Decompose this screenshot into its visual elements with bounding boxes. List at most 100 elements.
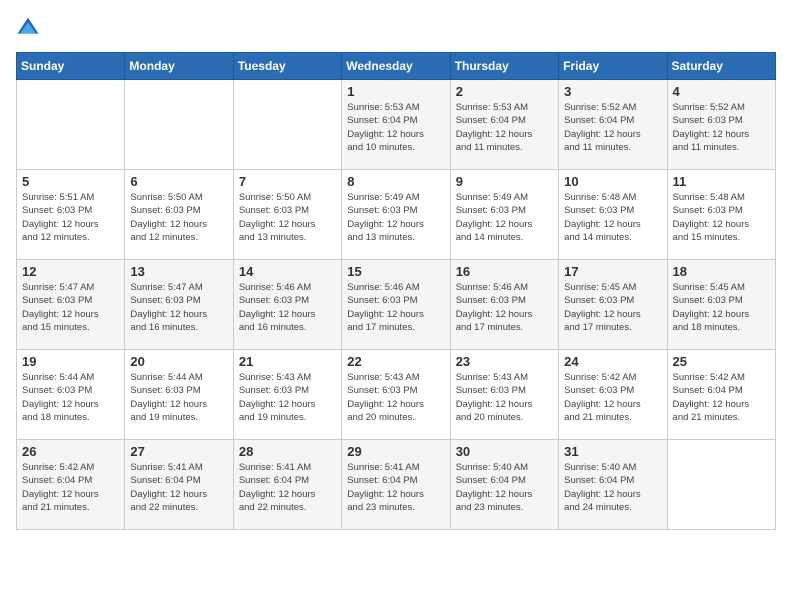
day-number: 15 bbox=[347, 264, 444, 279]
calendar-cell: 22 Sunrise: 5:43 AM Sunset: 6:03 PM Dayli… bbox=[342, 350, 450, 440]
calendar-cell: 17Sunrise: 5:45 AM Sunset: 6:03 PM Dayli… bbox=[559, 260, 667, 350]
day-number: 3 bbox=[564, 84, 661, 99]
day-info: Sunrise: 5:51 AM Sunset: 6:03 PM Dayligh… bbox=[22, 191, 119, 244]
calendar-cell: 16 Sunrise: 5:46 AM Sunset: 6:03 PM Dayli… bbox=[450, 260, 558, 350]
day-info: Sunrise: 5:47 AM Sunset: 6:03 PM Dayligh… bbox=[130, 281, 227, 334]
day-number: 27 bbox=[130, 444, 227, 459]
day-info: Sunrise: 5:52 AM Sunset: 6:04 PM Dayligh… bbox=[564, 101, 661, 154]
calendar-cell: 2 Sunrise: 5:53 AM Sunset: 6:04 PM Daylig… bbox=[450, 80, 558, 170]
day-info: Sunrise: 5:48 AM Sunset: 6:03 PM Dayligh… bbox=[673, 191, 770, 244]
day-number: 7 bbox=[239, 174, 336, 189]
day-number: 20 bbox=[130, 354, 227, 369]
calendar-cell bbox=[125, 80, 233, 170]
calendar-cell: 3 Sunrise: 5:52 AM Sunset: 6:04 PM Daylig… bbox=[559, 80, 667, 170]
calendar-table: SundayMondayTuesdayWednesdayThursdayFrid… bbox=[16, 52, 776, 530]
day-info: Sunrise: 5:45 AM Sunset: 6:03 PM Dayligh… bbox=[673, 281, 770, 334]
day-number: 31 bbox=[564, 444, 661, 459]
calendar-cell: 28 Sunrise: 5:41 AM Sunset: 6:04 PM Dayli… bbox=[233, 440, 341, 530]
calendar-cell: 26 Sunrise: 5:42 AM Sunset: 6:04 PM Dayli… bbox=[17, 440, 125, 530]
day-info: Sunrise: 5:41 AM Sunset: 6:04 PM Dayligh… bbox=[130, 461, 227, 514]
calendar-cell: 18 Sunrise: 5:45 AM Sunset: 6:03 PM Dayli… bbox=[667, 260, 775, 350]
calendar-cell: 31Sunrise: 5:40 AM Sunset: 6:04 PM Dayli… bbox=[559, 440, 667, 530]
day-number: 2 bbox=[456, 84, 553, 99]
day-info: Sunrise: 5:50 AM Sunset: 6:03 PM Dayligh… bbox=[239, 191, 336, 244]
day-number: 19 bbox=[22, 354, 119, 369]
calendar-cell bbox=[667, 440, 775, 530]
calendar-cell: 30 Sunrise: 5:40 AM Sunset: 6:04 PM Dayli… bbox=[450, 440, 558, 530]
calendar-cell: 6 Sunrise: 5:50 AM Sunset: 6:03 PM Daylig… bbox=[125, 170, 233, 260]
day-number: 21 bbox=[239, 354, 336, 369]
calendar-week-1: 1 Sunrise: 5:53 AM Sunset: 6:04 PM Daylig… bbox=[17, 80, 776, 170]
calendar-cell: 12Sunrise: 5:47 AM Sunset: 6:03 PM Dayli… bbox=[17, 260, 125, 350]
logo-icon bbox=[16, 16, 40, 40]
day-number: 10 bbox=[564, 174, 661, 189]
weekday-header-saturday: Saturday bbox=[667, 53, 775, 80]
calendar-week-2: 5 Sunrise: 5:51 AM Sunset: 6:03 PM Daylig… bbox=[17, 170, 776, 260]
day-info: Sunrise: 5:41 AM Sunset: 6:04 PM Dayligh… bbox=[347, 461, 444, 514]
day-number: 13 bbox=[130, 264, 227, 279]
day-number: 8 bbox=[347, 174, 444, 189]
day-info: Sunrise: 5:49 AM Sunset: 6:03 PM Dayligh… bbox=[347, 191, 444, 244]
day-info: Sunrise: 5:44 AM Sunset: 6:03 PM Dayligh… bbox=[22, 371, 119, 424]
calendar-cell: 11 Sunrise: 5:48 AM Sunset: 6:03 PM Dayli… bbox=[667, 170, 775, 260]
weekday-header-monday: Monday bbox=[125, 53, 233, 80]
weekday-header-thursday: Thursday bbox=[450, 53, 558, 80]
day-info: Sunrise: 5:41 AM Sunset: 6:04 PM Dayligh… bbox=[239, 461, 336, 514]
day-info: Sunrise: 5:42 AM Sunset: 6:04 PM Dayligh… bbox=[673, 371, 770, 424]
calendar-cell: 24Sunrise: 5:42 AM Sunset: 6:03 PM Dayli… bbox=[559, 350, 667, 440]
day-number: 1 bbox=[347, 84, 444, 99]
calendar-cell: 10Sunrise: 5:48 AM Sunset: 6:03 PM Dayli… bbox=[559, 170, 667, 260]
day-number: 12 bbox=[22, 264, 119, 279]
day-number: 11 bbox=[673, 174, 770, 189]
calendar-cell: 23 Sunrise: 5:43 AM Sunset: 6:03 PM Dayli… bbox=[450, 350, 558, 440]
day-number: 22 bbox=[347, 354, 444, 369]
day-info: Sunrise: 5:50 AM Sunset: 6:03 PM Dayligh… bbox=[130, 191, 227, 244]
calendar-cell: 8 Sunrise: 5:49 AM Sunset: 6:03 PM Daylig… bbox=[342, 170, 450, 260]
weekday-header-friday: Friday bbox=[559, 53, 667, 80]
logo bbox=[16, 16, 44, 40]
page-header bbox=[16, 16, 776, 40]
day-info: Sunrise: 5:46 AM Sunset: 6:03 PM Dayligh… bbox=[456, 281, 553, 334]
day-info: Sunrise: 5:43 AM Sunset: 6:03 PM Dayligh… bbox=[347, 371, 444, 424]
day-info: Sunrise: 5:52 AM Sunset: 6:03 PM Dayligh… bbox=[673, 101, 770, 154]
calendar-cell: 20 Sunrise: 5:44 AM Sunset: 6:03 PM Dayli… bbox=[125, 350, 233, 440]
day-number: 18 bbox=[673, 264, 770, 279]
day-number: 16 bbox=[456, 264, 553, 279]
day-info: Sunrise: 5:53 AM Sunset: 6:04 PM Dayligh… bbox=[456, 101, 553, 154]
day-info: Sunrise: 5:43 AM Sunset: 6:03 PM Dayligh… bbox=[456, 371, 553, 424]
day-number: 24 bbox=[564, 354, 661, 369]
day-info: Sunrise: 5:40 AM Sunset: 6:04 PM Dayligh… bbox=[456, 461, 553, 514]
day-info: Sunrise: 5:42 AM Sunset: 6:04 PM Dayligh… bbox=[22, 461, 119, 514]
calendar-week-4: 19 Sunrise: 5:44 AM Sunset: 6:03 PM Dayli… bbox=[17, 350, 776, 440]
calendar-cell: 14 Sunrise: 5:46 AM Sunset: 6:03 PM Dayli… bbox=[233, 260, 341, 350]
calendar-cell bbox=[17, 80, 125, 170]
calendar-cell: 27 Sunrise: 5:41 AM Sunset: 6:04 PM Dayli… bbox=[125, 440, 233, 530]
calendar-cell: 29 Sunrise: 5:41 AM Sunset: 6:04 PM Dayli… bbox=[342, 440, 450, 530]
calendar-cell: 13 Sunrise: 5:47 AM Sunset: 6:03 PM Dayli… bbox=[125, 260, 233, 350]
calendar-cell: 25 Sunrise: 5:42 AM Sunset: 6:04 PM Dayli… bbox=[667, 350, 775, 440]
calendar-week-3: 12 Sunrise: 5:47 AM Sunset: 6:03 PM Dayli… bbox=[17, 260, 776, 350]
day-number: 30 bbox=[456, 444, 553, 459]
calendar-cell: 4 Sunrise: 5:52 AM Sunset: 6:03 PM Daylig… bbox=[667, 80, 775, 170]
weekday-header-row: SundayMondayTuesdayWednesdayThursdayFrid… bbox=[17, 53, 776, 80]
day-info: Sunrise: 5:46 AM Sunset: 6:03 PM Dayligh… bbox=[239, 281, 336, 334]
day-info: Sunrise: 5:43 AM Sunset: 6:03 PM Dayligh… bbox=[239, 371, 336, 424]
day-number: 28 bbox=[239, 444, 336, 459]
day-number: 4 bbox=[673, 84, 770, 99]
calendar-cell bbox=[233, 80, 341, 170]
day-number: 5 bbox=[22, 174, 119, 189]
calendar-cell: 21 Sunrise: 5:43 AM Sunset: 6:03 PM Dayli… bbox=[233, 350, 341, 440]
day-number: 23 bbox=[456, 354, 553, 369]
day-info: Sunrise: 5:53 AM Sunset: 6:04 PM Dayligh… bbox=[347, 101, 444, 154]
weekday-header-tuesday: Tuesday bbox=[233, 53, 341, 80]
calendar-week-5: 26 Sunrise: 5:42 AM Sunset: 6:04 PM Dayli… bbox=[17, 440, 776, 530]
day-info: Sunrise: 5:45 AM Sunset: 6:03 PM Dayligh… bbox=[564, 281, 661, 334]
day-info: Sunrise: 5:44 AM Sunset: 6:03 PM Dayligh… bbox=[130, 371, 227, 424]
day-number: 6 bbox=[130, 174, 227, 189]
day-number: 9 bbox=[456, 174, 553, 189]
day-number: 26 bbox=[22, 444, 119, 459]
day-number: 25 bbox=[673, 354, 770, 369]
day-number: 14 bbox=[239, 264, 336, 279]
day-number: 29 bbox=[347, 444, 444, 459]
calendar-cell: 7 Sunrise: 5:50 AM Sunset: 6:03 PM Daylig… bbox=[233, 170, 341, 260]
